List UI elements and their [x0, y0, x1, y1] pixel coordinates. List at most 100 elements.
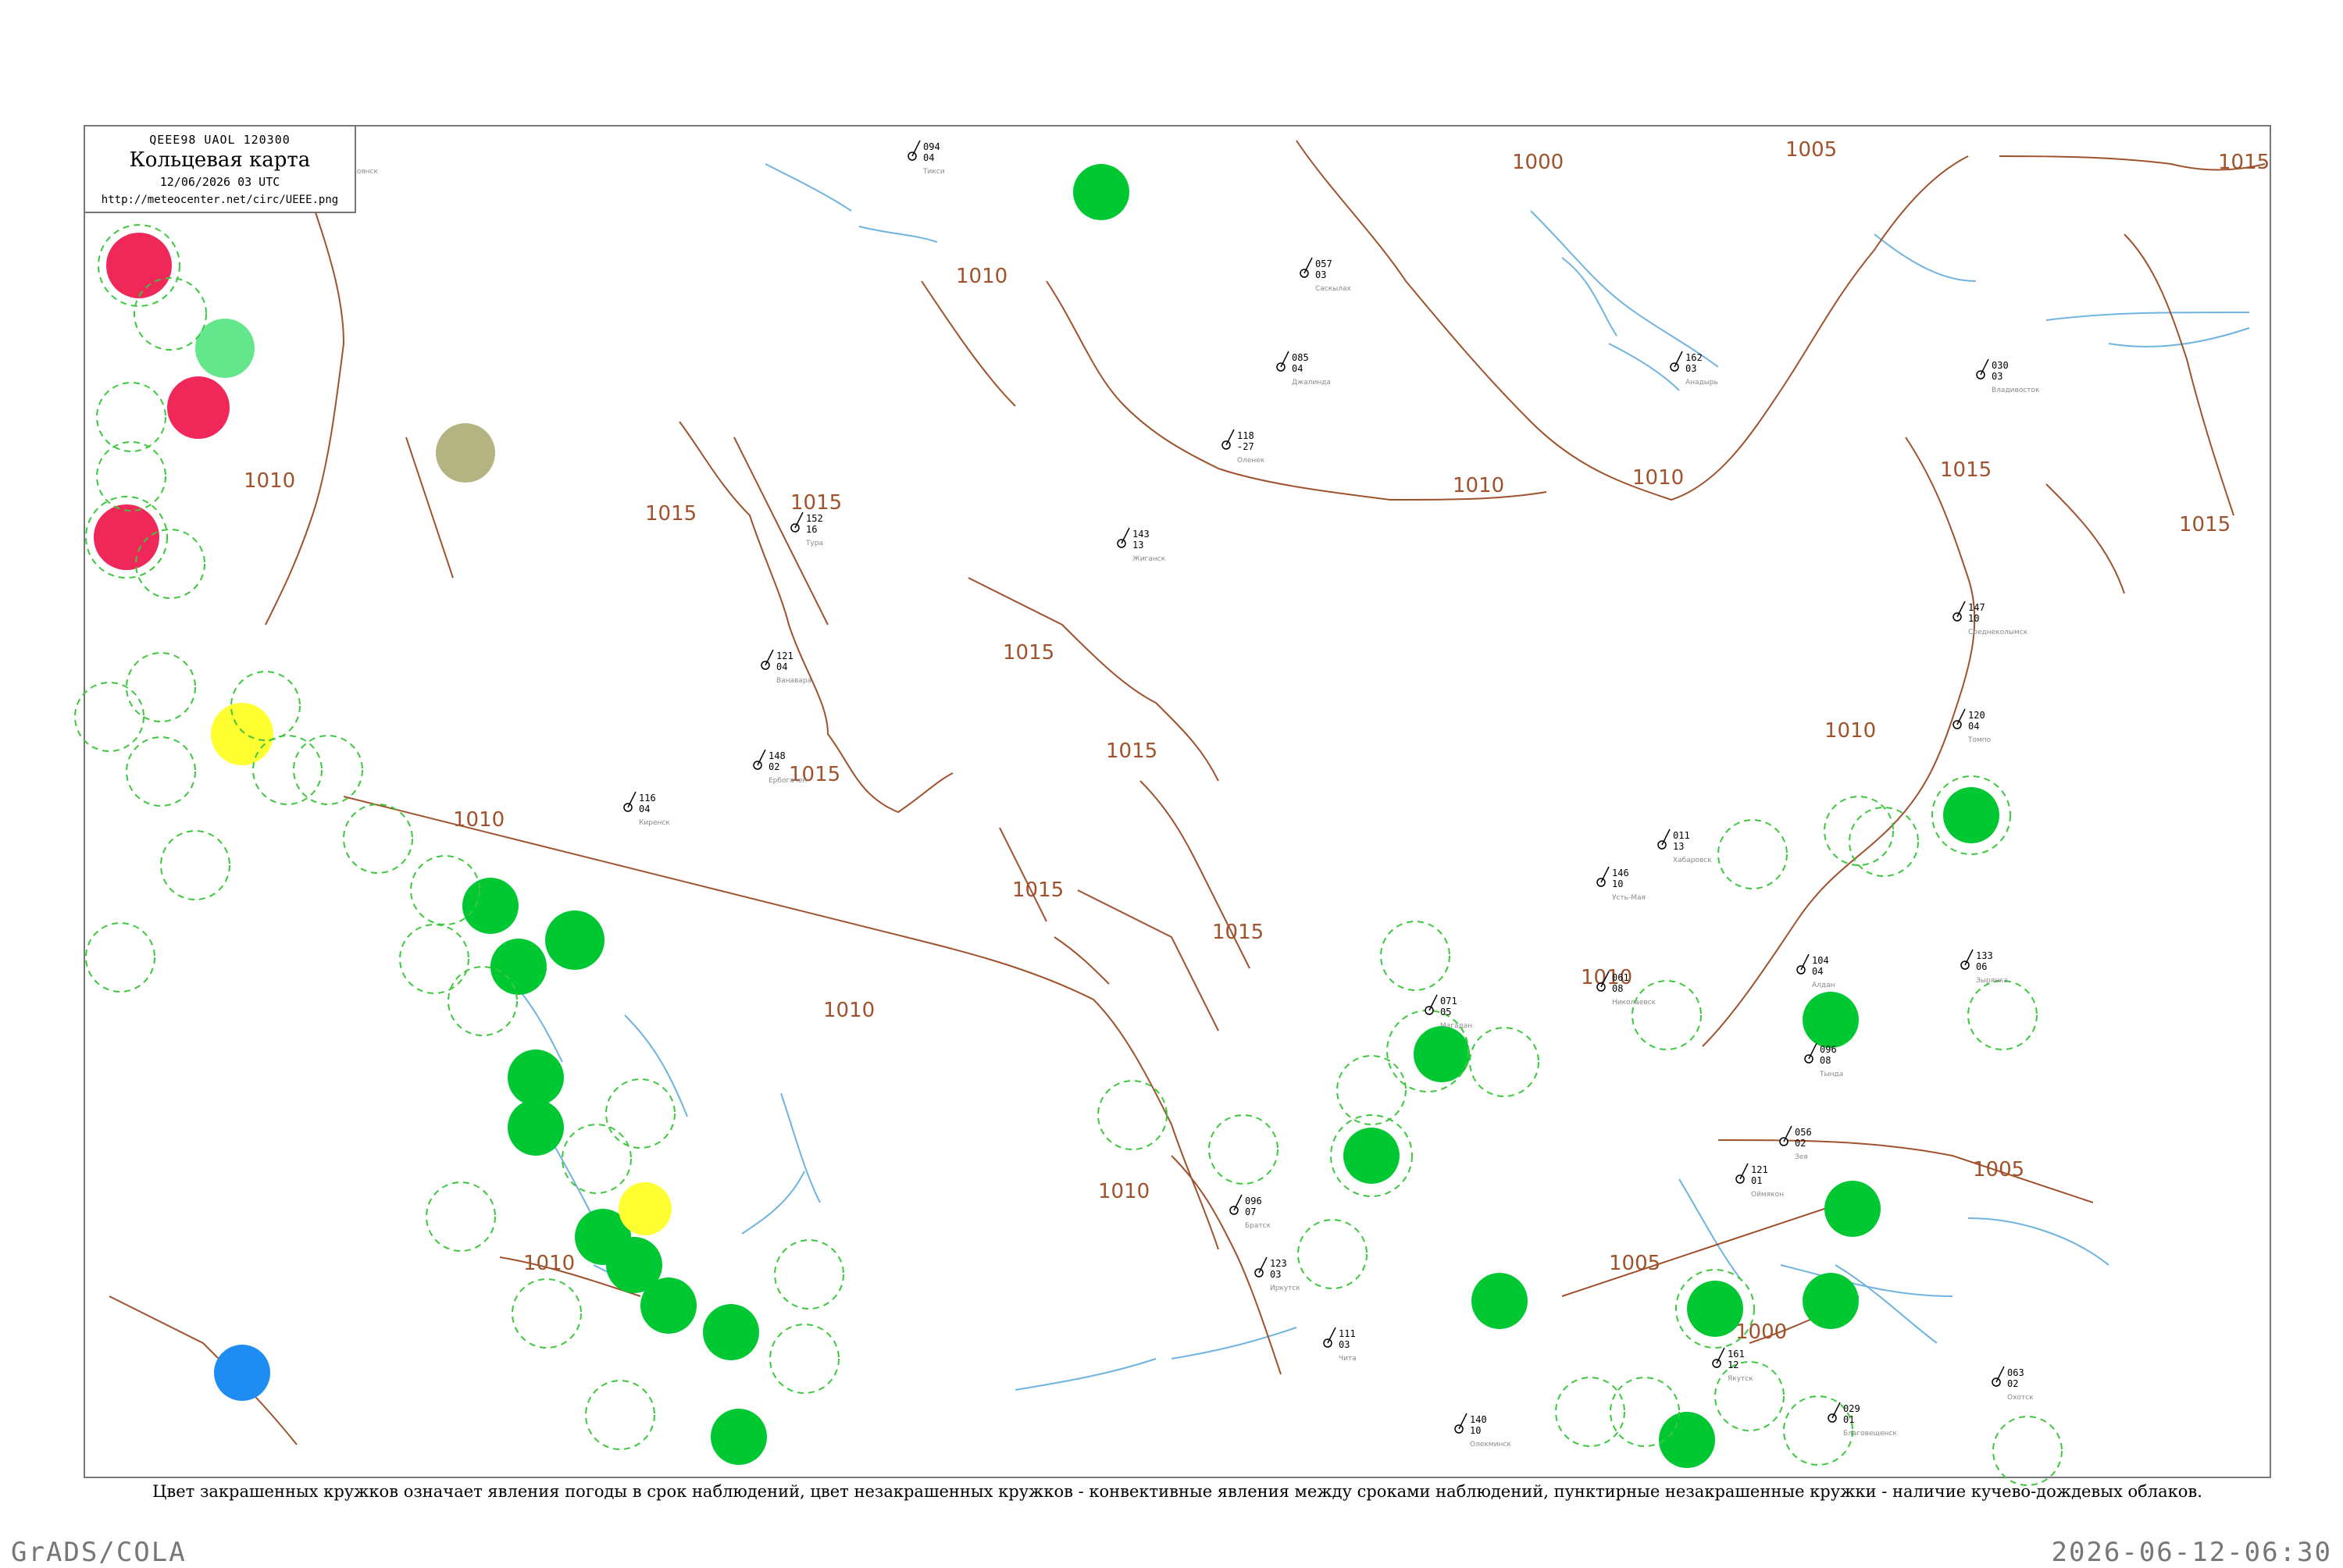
- weather-circle-green[interactable]: [462, 878, 519, 934]
- station-plot[interactable]: 14610 Усть-Мая: [1596, 866, 1646, 902]
- station-plot[interactable]: 12101 Оймякон: [1735, 1163, 1784, 1199]
- water-features: [499, 163, 2250, 1391]
- station-plot[interactable]: 11103 Чита: [1323, 1327, 1357, 1363]
- station-plot[interactable]: 12004 Томпо: [1952, 708, 1992, 744]
- weather-circle-olive[interactable]: [436, 423, 495, 483]
- weather-circle-green[interactable]: [508, 1049, 564, 1106]
- weather-circle-green[interactable]: [508, 1099, 564, 1156]
- station-tendency: 04: [776, 661, 787, 672]
- isobar-label-1010: 1010: [1632, 466, 1684, 490]
- footer-timestamp: 2026-06-12-06:30: [2051, 1537, 2332, 1568]
- station-name: Томпо: [1967, 736, 1992, 744]
- weather-circle-blue[interactable]: [214, 1345, 270, 1401]
- weather-circle-green[interactable]: [1824, 1181, 1881, 1237]
- station-tendency: 01: [1751, 1175, 1762, 1186]
- weather-circle-red[interactable]: [106, 233, 172, 298]
- weather-circle-green[interactable]: [1687, 1281, 1743, 1337]
- station-pressure: 085: [1292, 352, 1309, 363]
- station-plot[interactable]: 16203 Анадырь: [1670, 351, 1718, 387]
- station-plot[interactable]: 12104 Ванавара: [761, 649, 811, 685]
- weather-circle-green[interactable]: [1803, 1273, 1859, 1329]
- isobar-label-1015: 1015: [645, 502, 697, 526]
- station-plot[interactable]: 12303 Иркутск: [1254, 1256, 1300, 1292]
- weather-circle-green[interactable]: [1943, 787, 1999, 843]
- station-plot[interactable]: 03003 Владивосток: [1976, 358, 2040, 394]
- station-pressure: 121: [1751, 1164, 1768, 1175]
- station-plot[interactable]: 08504 Джалинда: [1276, 351, 1331, 387]
- station-tendency: 13: [1132, 540, 1143, 551]
- station-name: Тура: [805, 540, 823, 547]
- station-name: Охотск: [2007, 1394, 2034, 1402]
- station-plot[interactable]: 14010 Олекминск: [1454, 1413, 1511, 1449]
- weather-circle-yellow[interactable]: [211, 703, 273, 765]
- station-pressure: 133: [1976, 950, 1993, 961]
- station-pressure: 094: [923, 141, 940, 152]
- station-pressure: 029: [1843, 1403, 1860, 1414]
- station-pressure: 152: [806, 513, 823, 524]
- station-pressure: 162: [1685, 352, 1703, 363]
- station-plot[interactable]: 118-27 Оленек: [1221, 429, 1265, 465]
- station-plot[interactable]: 05703 Саскылах: [1300, 257, 1352, 293]
- isobar-label-1000: 1000: [1512, 151, 1564, 174]
- station-plot[interactable]: 09608 Тында: [1804, 1042, 1843, 1078]
- station-name: Зырянка: [1976, 977, 2008, 985]
- weather-circle-green[interactable]: [711, 1409, 767, 1465]
- wind-barb: [1428, 994, 1438, 1011]
- weather-circle-green[interactable]: [1343, 1128, 1400, 1184]
- isobar-label-1015: 1015: [1106, 739, 1157, 763]
- isobar-label-1010: 1010: [1098, 1180, 1150, 1203]
- station-name: Тында: [1819, 1071, 1843, 1078]
- weather-circle-red[interactable]: [167, 376, 230, 439]
- isobars: [109, 140, 2266, 1445]
- coastline: [679, 421, 1250, 1032]
- station-tendency: 05: [1440, 1007, 1451, 1017]
- weather-circle-green[interactable]: [545, 911, 604, 970]
- station-plot[interactable]: 05602 Зея: [1779, 1125, 1812, 1161]
- station-plot[interactable]: 02901 Благовещенск: [1828, 1402, 1897, 1438]
- weather-circle-red[interactable]: [94, 504, 159, 570]
- isobar-label-1010: 1010: [956, 265, 1007, 288]
- station-plot[interactable]: 11604 Киренск: [623, 791, 670, 827]
- station-plot[interactable]: 15216 Тура: [790, 511, 823, 547]
- wind-barb: [1327, 1327, 1336, 1344]
- wind-barb: [1121, 527, 1130, 544]
- station-tendency: 04: [1292, 363, 1303, 374]
- weather-circle-yellow[interactable]: [619, 1182, 672, 1235]
- station-plot[interactable]: 01113 Хабаровск: [1657, 829, 1712, 864]
- isobar-label-1015: 1015: [1003, 641, 1054, 665]
- station-pressure: 118: [1237, 430, 1254, 441]
- wind-barb: [1674, 351, 1683, 368]
- map-title: Кольцевая карта: [129, 148, 311, 172]
- station-plot[interactable]: 09404 Тикси: [908, 140, 945, 176]
- station-plot[interactable]: 16112 Якутск: [1712, 1347, 1753, 1383]
- station-plot[interactable]: 07105 Магадан: [1425, 994, 1472, 1030]
- map-url[interactable]: http://meteocenter.net/circ/UEEE.png: [85, 194, 355, 206]
- station-tendency: 03: [1270, 1269, 1281, 1280]
- weather-circle-green[interactable]: [490, 939, 547, 995]
- weather-circle-green[interactable]: [1073, 164, 1129, 220]
- station-tendency: 03: [1992, 371, 2002, 382]
- weather-circle-green[interactable]: [1803, 992, 1859, 1048]
- weather-circle-green[interactable]: [703, 1304, 759, 1360]
- bulletin-code: QEEE98 UAOL 120300: [149, 133, 291, 147]
- station-name: Среднеколымск: [1968, 629, 2028, 636]
- station-plot[interactable]: 06302 Охотск: [1992, 1366, 2034, 1402]
- isobar-label-1015: 1015: [1012, 878, 1064, 902]
- isobar-label-1015: 1015: [790, 491, 842, 515]
- wind-barb: [1956, 600, 1966, 618]
- station-plot[interactable]: 13306 Зырянка: [1960, 949, 2008, 985]
- wind-barb: [627, 791, 637, 808]
- station-plot[interactable]: 10404 Алдан: [1796, 953, 1835, 989]
- weather-circle-green[interactable]: [640, 1278, 697, 1334]
- station-pressure: 096: [1820, 1044, 1837, 1055]
- isobar-label-1010: 1010: [523, 1252, 575, 1275]
- synoptic-map: 1000 1005 1005 1005 1015 1010 1010 1010 …: [74, 138, 2270, 1486]
- station-plot[interactable]: 09607 Братск: [1229, 1194, 1271, 1230]
- station-plot[interactable]: 14710 Среднеколымск: [1952, 600, 2028, 636]
- isobar-label-1010: 1010: [1824, 719, 1876, 743]
- station-plot[interactable]: 14313 Жиганск: [1117, 527, 1166, 563]
- weather-circle-green[interactable]: [1659, 1412, 1715, 1468]
- cb-rings: [74, 224, 2063, 1486]
- weather-circle-green[interactable]: [1471, 1273, 1528, 1329]
- station-name: Магадан: [1440, 1022, 1472, 1030]
